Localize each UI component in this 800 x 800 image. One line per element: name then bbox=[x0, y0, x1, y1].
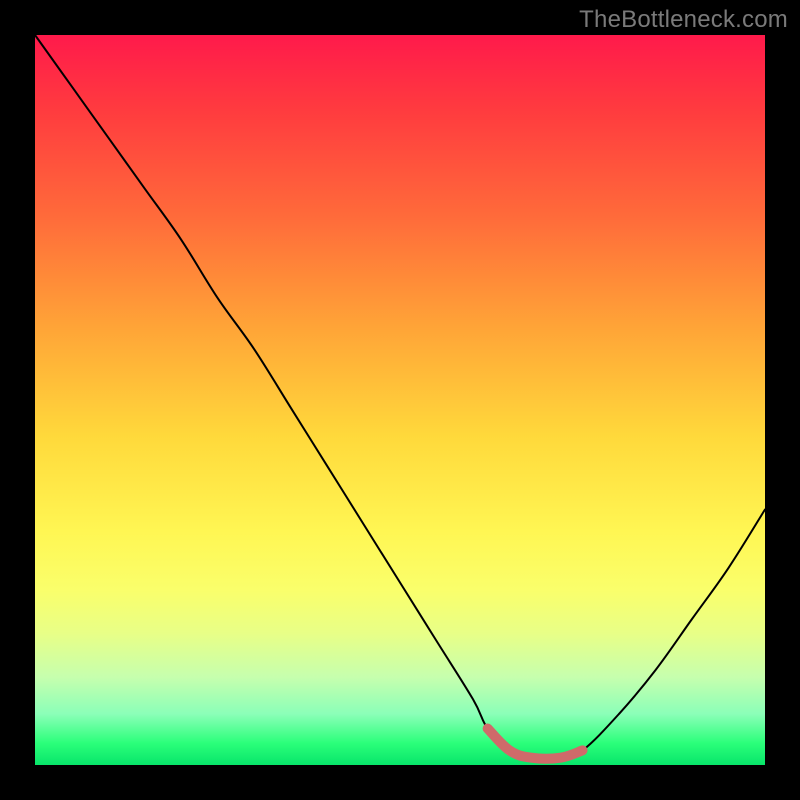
curve-layer bbox=[35, 35, 765, 765]
watermark-text: TheBottleneck.com bbox=[579, 6, 788, 34]
plot-area bbox=[35, 35, 765, 765]
bottleneck-curve bbox=[35, 35, 765, 759]
chart-frame: TheBottleneck.com bbox=[0, 0, 800, 800]
highlight-segment bbox=[488, 729, 583, 759]
